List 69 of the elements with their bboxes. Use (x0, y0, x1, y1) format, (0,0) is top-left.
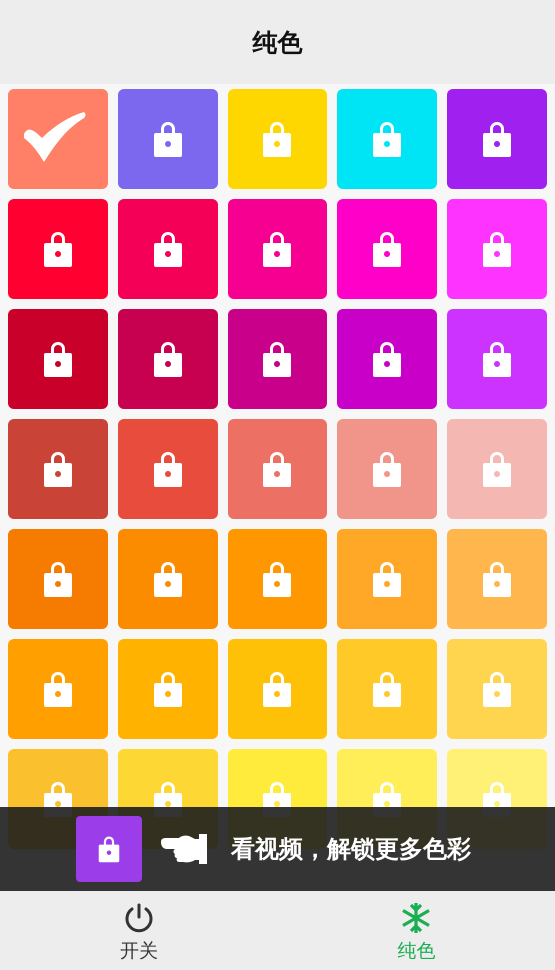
color-tile[interactable] (118, 419, 218, 519)
lock-icon (482, 670, 512, 708)
lock-icon (482, 230, 512, 268)
unlock-message: 看视频，解锁更多色彩 (231, 834, 471, 865)
color-tile[interactable] (337, 199, 438, 299)
color-tile[interactable] (228, 199, 328, 299)
lock-icon (98, 835, 120, 863)
color-tile[interactable] (118, 529, 218, 629)
color-tile[interactable] (118, 89, 218, 189)
lock-icon (42, 230, 73, 268)
pointing-hand-icon (159, 834, 207, 864)
color-tile[interactable] (447, 639, 547, 739)
lock-icon (482, 340, 512, 378)
color-tile[interactable] (337, 639, 438, 739)
color-tile[interactable] (228, 309, 328, 409)
color-tile[interactable] (8, 419, 108, 519)
lock-icon (262, 340, 292, 378)
lock-icon (42, 340, 73, 378)
lock-icon (372, 560, 402, 598)
lock-icon (372, 120, 402, 158)
lock-icon (372, 340, 402, 378)
lock-icon (152, 450, 183, 488)
color-tile[interactable] (228, 529, 328, 629)
lock-icon (152, 340, 183, 378)
lock-icon (262, 450, 292, 488)
color-tile[interactable] (447, 529, 547, 629)
color-tile[interactable] (337, 529, 438, 629)
snowflake-icon (400, 902, 432, 934)
checkmark-icon (22, 112, 86, 162)
color-tile[interactable] (8, 529, 108, 629)
power-icon (122, 902, 155, 934)
lock-icon (152, 120, 183, 158)
lock-icon (152, 560, 183, 598)
lock-icon (262, 120, 292, 158)
lock-icon (262, 230, 292, 268)
lock-icon (372, 670, 402, 708)
lock-icon (42, 560, 73, 598)
lock-icon (152, 670, 183, 708)
lock-icon (42, 450, 73, 488)
color-tile[interactable] (447, 199, 547, 299)
color-tile[interactable] (337, 419, 438, 519)
color-tile[interactable] (337, 309, 438, 409)
lock-icon (372, 230, 402, 268)
color-tile[interactable] (118, 199, 218, 299)
lock-icon (372, 450, 402, 488)
color-tile[interactable] (228, 639, 328, 739)
color-tile[interactable] (8, 199, 108, 299)
unlock-toast[interactable]: 看视频，解锁更多色彩 (0, 807, 555, 891)
lock-icon (152, 230, 183, 268)
color-tile[interactable] (8, 309, 108, 409)
color-tile[interactable] (447, 419, 547, 519)
color-tile[interactable] (228, 419, 328, 519)
lock-icon (262, 670, 292, 708)
color-tile[interactable] (447, 309, 547, 409)
lock-icon (42, 670, 73, 708)
color-tile[interactable] (118, 309, 218, 409)
locked-color-button[interactable] (76, 816, 142, 882)
lock-icon (482, 120, 512, 158)
lock-icon (262, 560, 292, 598)
tab-item[interactable]: 开关 (0, 891, 278, 970)
color-tile[interactable] (8, 89, 108, 189)
color-tile[interactable] (8, 639, 108, 739)
page-title: 纯色 (252, 26, 302, 58)
color-tile[interactable] (447, 89, 547, 189)
color-tile[interactable] (118, 639, 218, 739)
color-tile[interactable] (337, 89, 438, 189)
lock-icon (482, 450, 512, 488)
color-tile[interactable] (228, 89, 328, 189)
lock-icon (482, 560, 512, 598)
